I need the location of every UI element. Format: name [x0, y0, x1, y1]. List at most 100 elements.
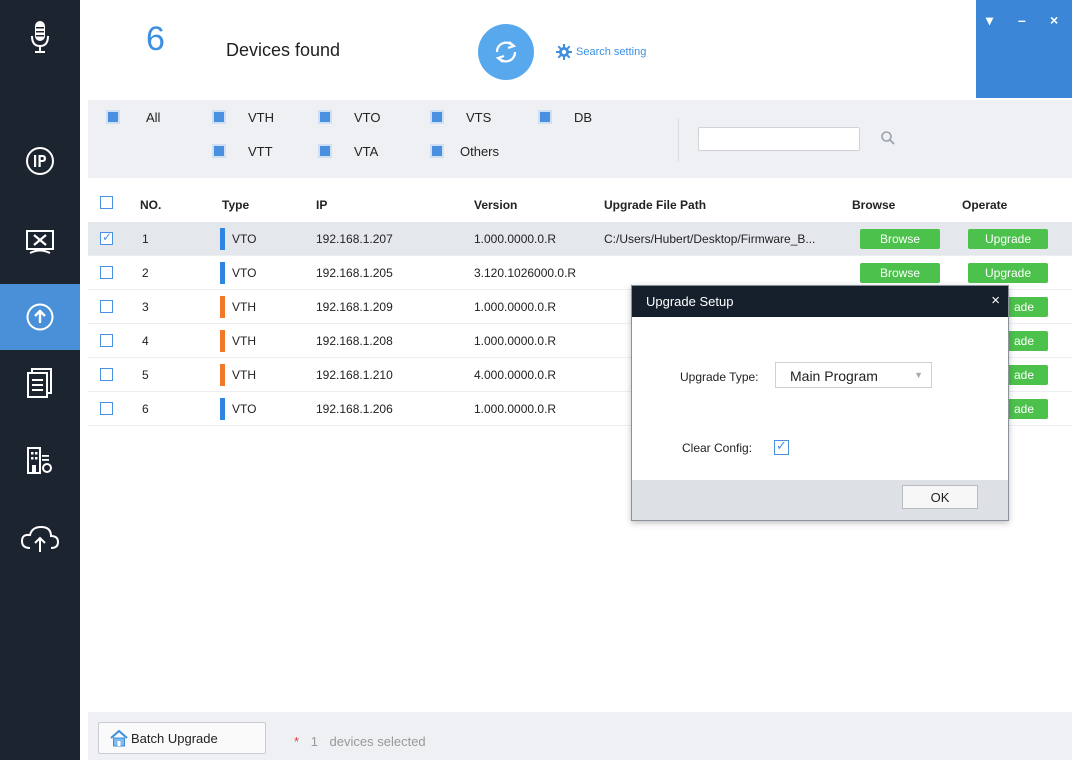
select-all-checkbox[interactable]: [100, 196, 113, 209]
row-ip: 192.168.1.205: [316, 266, 393, 280]
ok-button[interactable]: OK: [902, 485, 978, 509]
filter-db-label: DB: [574, 110, 593, 125]
sidebar-item-building-settings[interactable]: [0, 428, 80, 494]
filter-db-checkbox[interactable]: [538, 110, 552, 124]
row-ip: 192.168.1.206: [316, 402, 393, 416]
type-filter-bar: All VTH VTO VTS DB VTT VTA Others: [88, 100, 1072, 178]
sidebar-item-cloud-upload[interactable]: [0, 506, 80, 572]
row-version: 4.000.0000.0.R: [474, 368, 557, 382]
search-input[interactable]: [698, 127, 860, 151]
row-type: VTO: [232, 232, 257, 246]
minimize-icon[interactable]: –: [1018, 12, 1026, 28]
close-icon[interactable]: ×: [1050, 12, 1058, 28]
device-count: 6: [146, 20, 165, 58]
tools-icon: [26, 230, 54, 254]
row-version: 1.000.0000.0.R: [474, 232, 557, 246]
type-indicator: [220, 296, 225, 318]
filter-vtt-label: VTT: [248, 144, 273, 159]
row-checkbox[interactable]: [100, 266, 113, 279]
sidebar-item-documents[interactable]: [0, 350, 80, 416]
footer-bar: Batch Upgrade * 1 devices selected: [88, 712, 1072, 760]
sidebar-item-upgrade[interactable]: [0, 284, 80, 350]
filter-vth-label: VTH: [248, 110, 274, 125]
row-version: 1.000.0000.0.R: [474, 300, 557, 314]
chevron-down-icon: ▼: [914, 370, 923, 380]
row-checkbox[interactable]: [100, 334, 113, 347]
cloud-upload-icon: [20, 525, 60, 552]
dialog-footer: OK: [632, 480, 1008, 520]
col-operate: Operate: [962, 198, 1008, 212]
row-no: 6: [142, 402, 149, 416]
row-upgrade-file-path: C:/Users/Hubert/Desktop/Firmware_B...: [604, 232, 816, 246]
row-checkbox[interactable]: [100, 368, 113, 381]
row-no: 1: [142, 232, 149, 246]
filter-vts-checkbox[interactable]: [430, 110, 444, 124]
refresh-icon: [495, 41, 517, 63]
row-ip: 192.168.1.209: [316, 300, 393, 314]
row-checkbox[interactable]: [100, 402, 113, 415]
sidebar: [0, 0, 80, 760]
row-version: 3.120.1026000.0.R: [474, 266, 577, 280]
clear-config-label: Clear Config:: [682, 441, 753, 455]
row-type: VTO: [232, 266, 257, 280]
type-indicator: [220, 228, 225, 250]
divider: [678, 118, 679, 162]
filter-vth-checkbox[interactable]: [212, 110, 226, 124]
col-type: Type: [222, 198, 250, 212]
selected-text: devices selected: [329, 734, 426, 749]
dialog-title: Upgrade Setup: [632, 286, 1008, 317]
filter-all-label: All: [146, 110, 161, 125]
sidebar-item-microphone[interactable]: [0, 4, 80, 70]
upgrade-button[interactable]: Upgrade: [968, 229, 1048, 249]
filter-vta-label: VTA: [354, 144, 379, 159]
refresh-button[interactable]: [478, 24, 534, 80]
upgrade-button[interactable]: Upgrade: [968, 263, 1048, 283]
col-browse: Browse: [852, 198, 896, 212]
search-icon[interactable]: [880, 130, 896, 146]
row-version: 1.000.0000.0.R: [474, 334, 557, 348]
filter-vto-checkbox[interactable]: [318, 110, 332, 124]
header: 6 Devices found Search setting ▾ – ×: [80, 0, 1072, 98]
documents-icon: [27, 368, 52, 398]
batch-upgrade-button[interactable]: Batch Upgrade: [98, 722, 266, 754]
col-version: Version: [474, 198, 518, 212]
clear-config-checkbox[interactable]: [774, 438, 789, 455]
selected-count: 1: [310, 734, 318, 749]
row-type: VTH: [232, 300, 256, 314]
filter-vto-label: VTO: [354, 110, 381, 125]
dropdown-icon[interactable]: ▾: [986, 12, 993, 29]
row-checkbox[interactable]: [100, 230, 113, 245]
upgrade-type-select[interactable]: Main Program ▼: [775, 362, 932, 388]
ip-icon: [26, 147, 54, 175]
required-star: *: [294, 734, 300, 749]
table-row[interactable]: 1 VTO 192.168.1.207 1.000.0000.0.R C:/Us…: [88, 222, 1072, 256]
filter-others-checkbox[interactable]: [430, 144, 444, 158]
selection-info: * 1 devices selected: [294, 734, 426, 749]
dialog-close-icon[interactable]: ×: [991, 292, 1000, 309]
filter-others-label: Others: [460, 144, 500, 159]
row-checkbox[interactable]: [100, 300, 113, 313]
upgrade-type-label: Upgrade Type:: [680, 370, 759, 384]
row-ip: 192.168.1.210: [316, 368, 393, 382]
type-indicator: [220, 330, 225, 352]
sidebar-item-ip[interactable]: [0, 128, 80, 194]
search-setting-label: Search setting: [576, 46, 647, 58]
devices-found-label: Devices found: [226, 40, 341, 60]
upgrade-icon: [26, 303, 54, 331]
search-setting-link[interactable]: Search setting: [556, 44, 646, 60]
microphone-icon: [31, 21, 49, 53]
browse-button[interactable]: Browse: [860, 263, 940, 283]
filter-vta-checkbox[interactable]: [318, 144, 332, 158]
filter-vtt-checkbox[interactable]: [212, 144, 226, 158]
type-indicator: [220, 364, 225, 386]
filter-all-checkbox[interactable]: [106, 110, 120, 124]
batch-upgrade-label: Batch Upgrade: [131, 730, 218, 746]
browse-button[interactable]: Browse: [860, 229, 940, 249]
row-type: VTH: [232, 368, 256, 382]
row-no: 3: [142, 300, 149, 314]
row-no: 4: [142, 334, 149, 348]
col-ip: IP: [316, 198, 328, 212]
window-controls: ▾ – ×: [976, 0, 1072, 98]
sidebar-item-tools[interactable]: [0, 209, 80, 275]
row-ip: 192.168.1.207: [316, 232, 393, 246]
